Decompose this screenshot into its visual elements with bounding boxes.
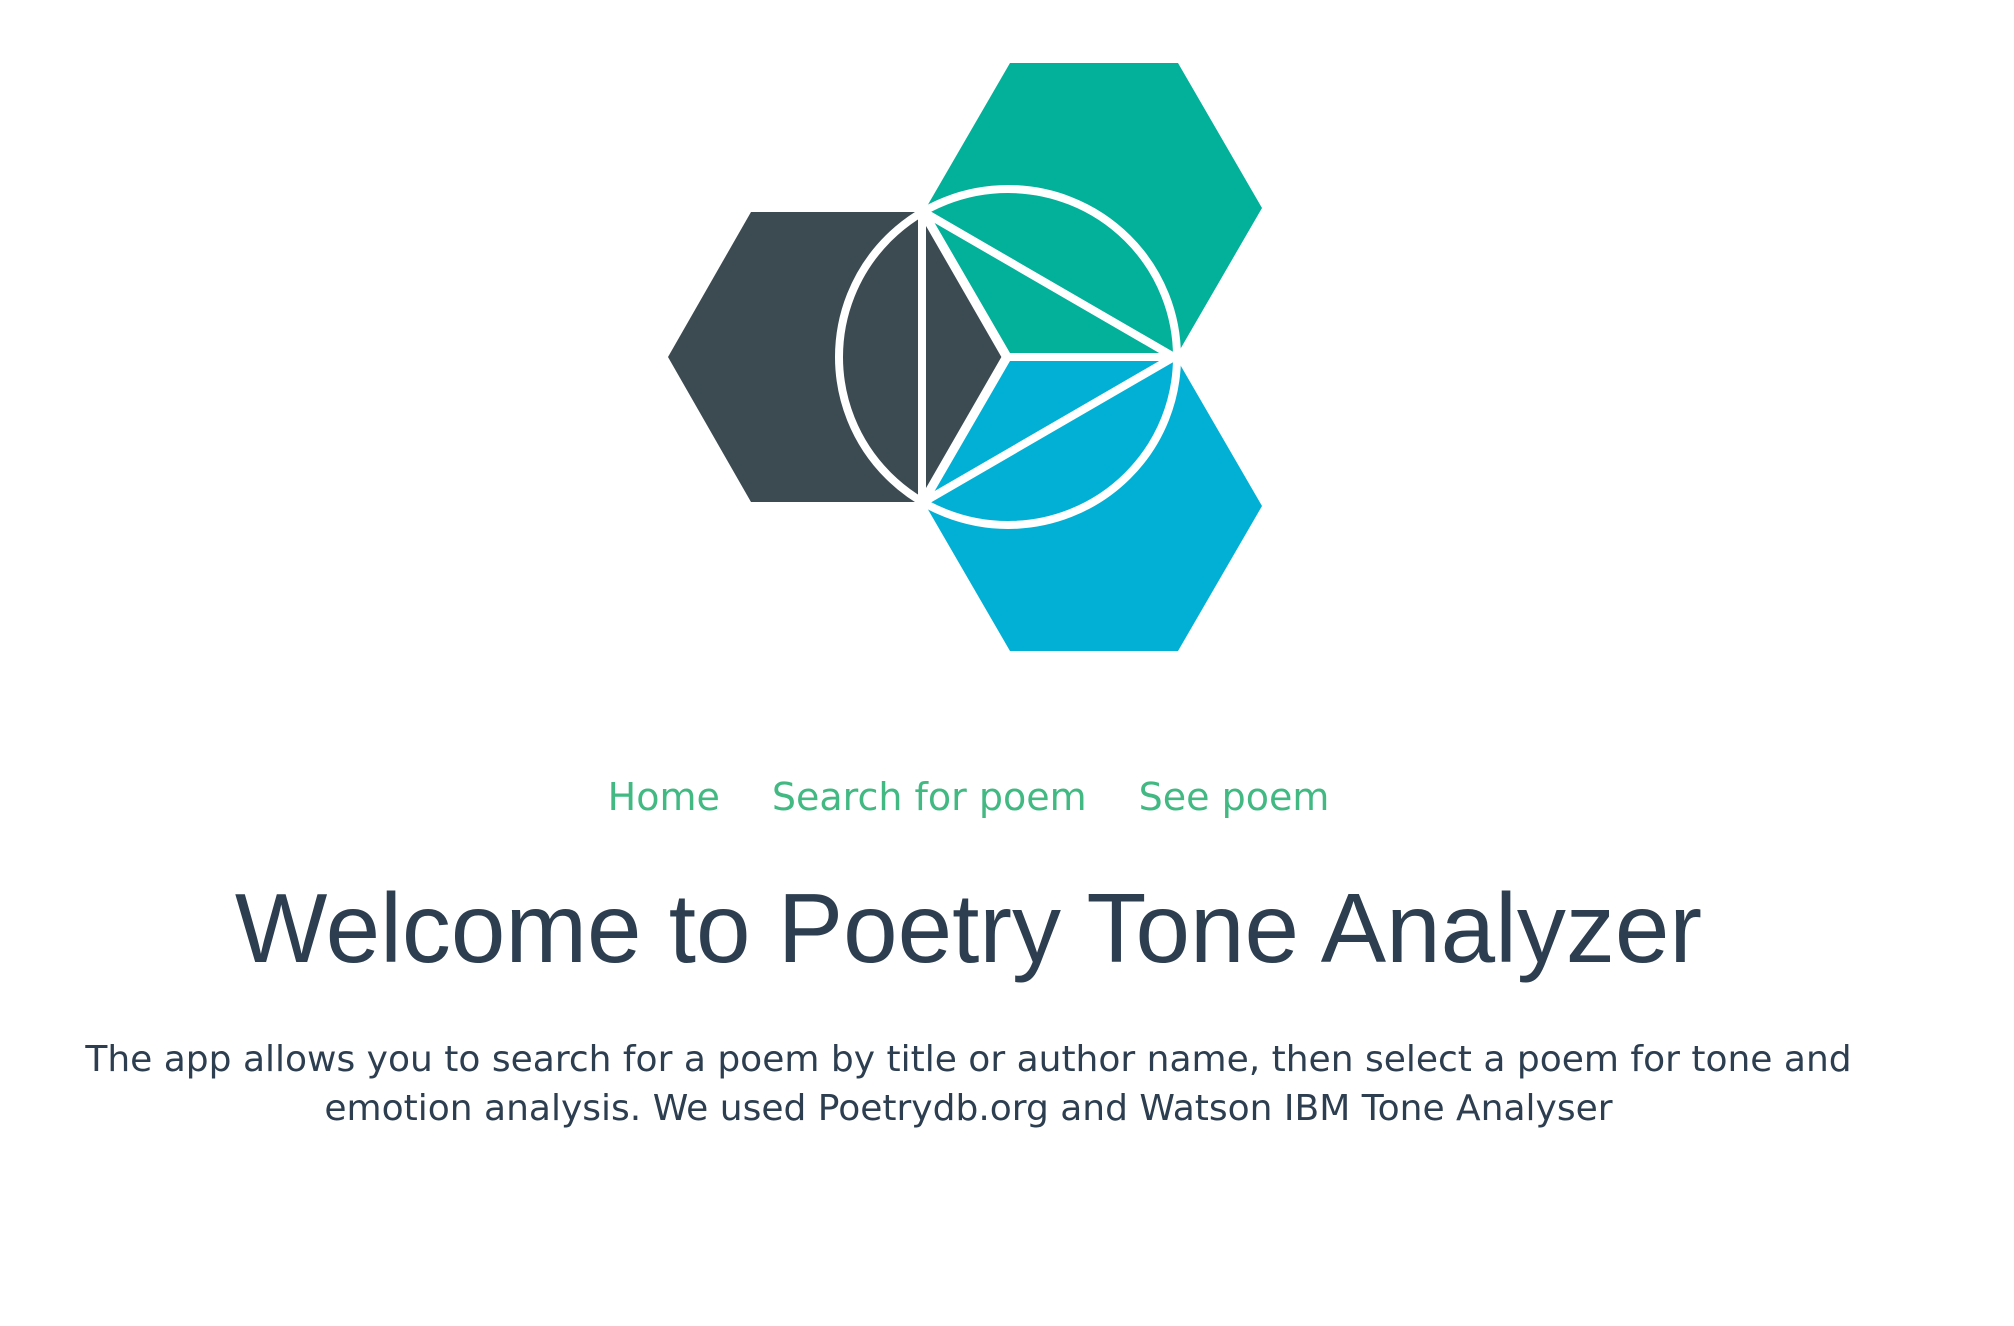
app-description: The app allows you to search for a poem … <box>85 1039 1852 1129</box>
nav-link-search-for-poem[interactable]: Search for poem <box>772 775 1087 819</box>
nav-link-see-poem[interactable]: See poem <box>1139 775 1330 819</box>
logo-wireframe <box>835 185 1181 529</box>
logo-dark-hexagon <box>668 212 1003 502</box>
logo-green-hexagon <box>926 63 1262 353</box>
main-nav: Home Search for poem See poem <box>0 775 1937 819</box>
nav-link-home[interactable]: Home <box>608 775 720 819</box>
app-root: Home Search for poem See poem Welcome to… <box>0 0 2014 1326</box>
page-title: Welcome to Poetry Tone Analyzer <box>234 873 1703 983</box>
logo-blue-hexagon <box>926 361 1262 651</box>
